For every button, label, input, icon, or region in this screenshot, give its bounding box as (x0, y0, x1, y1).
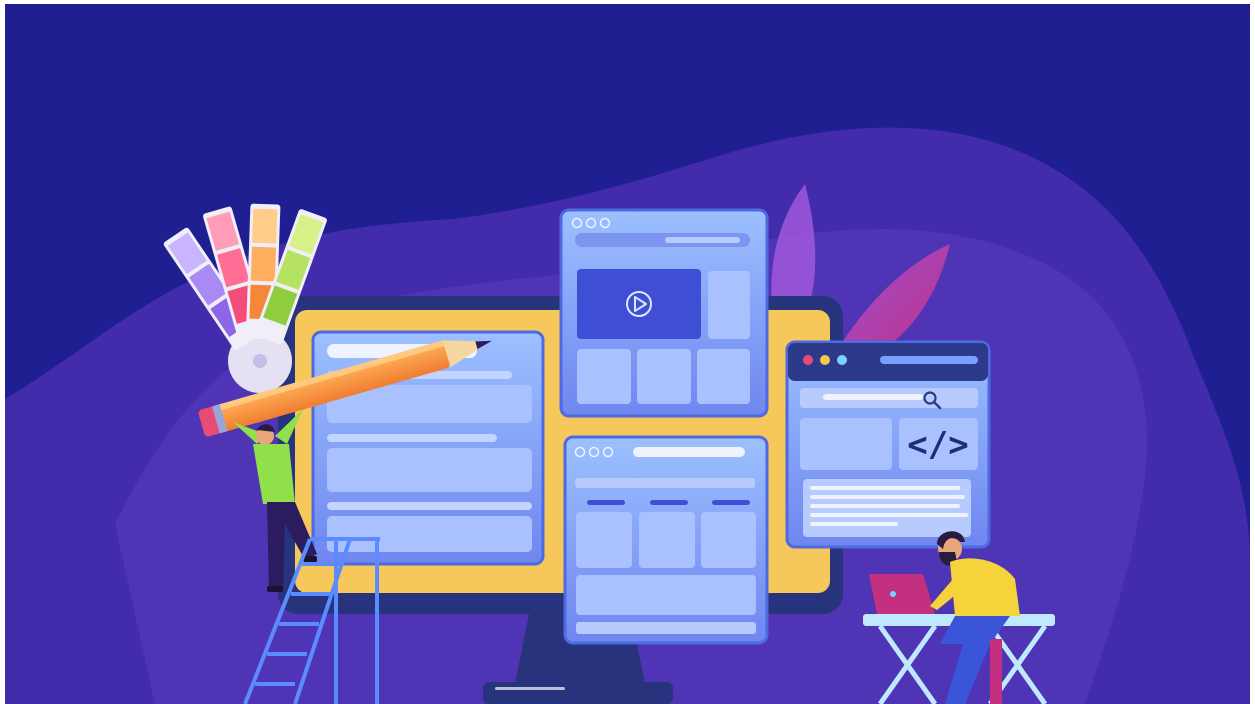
page-frame: </> (0, 0, 1255, 704)
code-icon: </> (907, 425, 968, 465)
window-grid (563, 435, 769, 645)
window-code: </> (785, 340, 991, 549)
hero-illustration: </> (5, 4, 1250, 704)
illustration-canvas: </> (5, 127, 1250, 704)
window-video (559, 208, 769, 418)
